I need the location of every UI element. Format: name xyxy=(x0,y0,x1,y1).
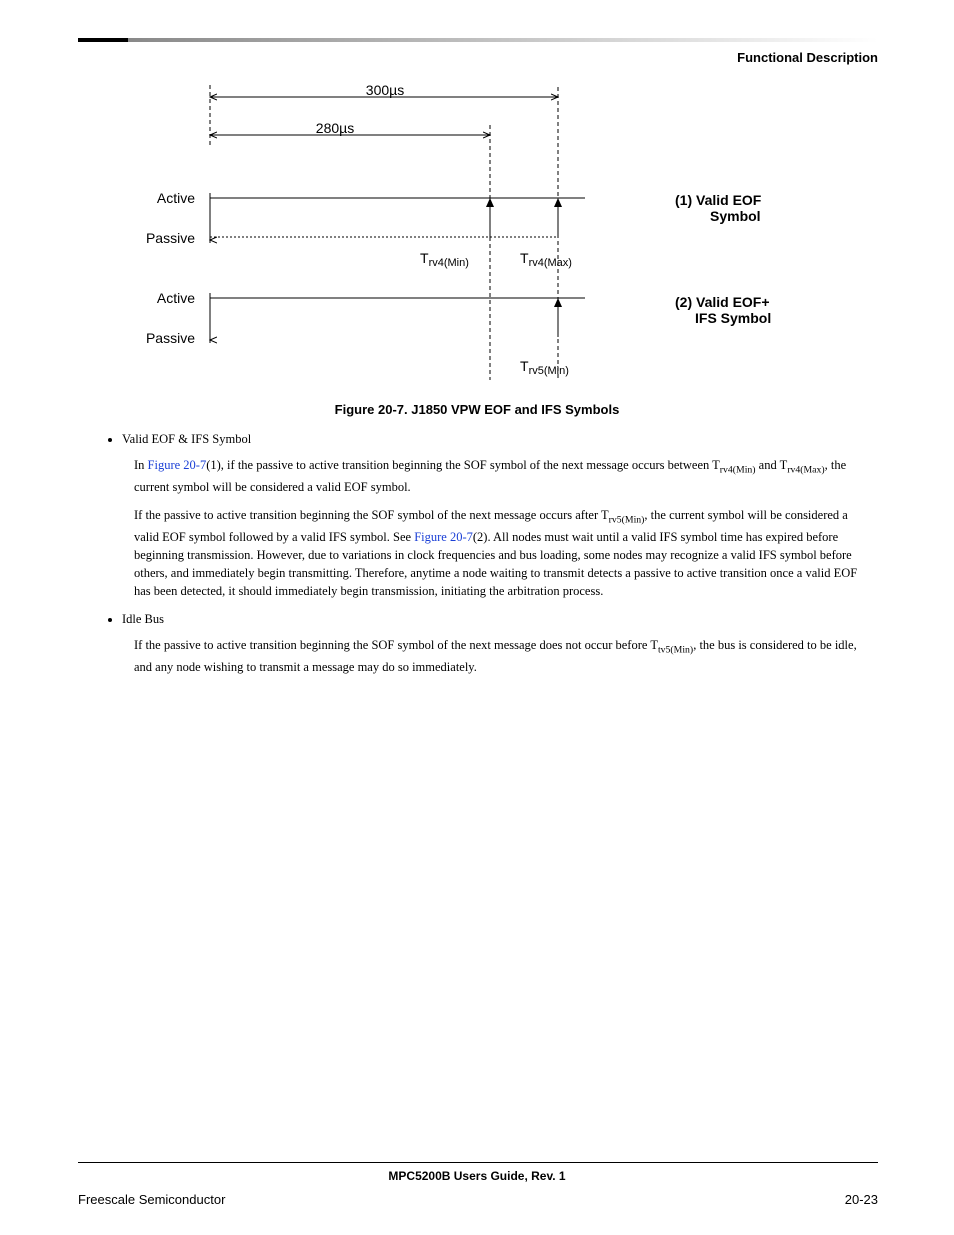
body-content: Valid EOF & IFS Symbol In Figure 20-7(1)… xyxy=(100,430,860,686)
trv4min-sub: rv4(Min) xyxy=(429,257,469,269)
side-label-1b: Symbol xyxy=(710,208,761,224)
section-title: Functional Description xyxy=(737,50,878,65)
bullet1-text: Valid EOF & IFS Symbol xyxy=(122,432,251,446)
label-active-1: Active xyxy=(157,190,195,206)
p3a: If the passive to active transition begi… xyxy=(134,638,658,652)
trv4max-sub: rv4(Max) xyxy=(529,257,572,269)
paragraph-3: If the passive to active transition begi… xyxy=(134,636,860,676)
unit-us: µs xyxy=(389,85,404,98)
footer-center: MPC5200B Users Guide, Rev. 1 xyxy=(0,1169,954,1183)
paragraph-1: In Figure 20-7(1), if the passive to act… xyxy=(134,456,860,496)
figure-link-2[interactable]: Figure 20-7 xyxy=(414,530,473,544)
side-label-2a: (2) Valid EOF+ xyxy=(675,294,770,310)
p1sub1: rv4(Min) xyxy=(720,465,756,476)
p2a: If the passive to active transition begi… xyxy=(134,508,609,522)
p1sub2: rv4(Max) xyxy=(787,465,824,476)
p1b: (1), if the passive to active transition… xyxy=(206,458,720,472)
svg-text:Trv4(Min): Trv4(Min) xyxy=(420,250,469,269)
figure-link-1[interactable]: Figure 20-7 xyxy=(148,458,207,472)
bullet2-text: Idle Bus xyxy=(122,612,164,626)
bullet-valid-eof-ifs: Valid EOF & IFS Symbol In Figure 20-7(1)… xyxy=(122,430,860,600)
svg-text:Trv4(Max): Trv4(Max) xyxy=(520,250,572,269)
svg-text:Trv5(Min): Trv5(Min) xyxy=(520,358,569,377)
dim-280: 280 xyxy=(316,120,340,136)
side-label-2b: IFS Symbol xyxy=(695,310,771,326)
p3sub1: tv5(Min) xyxy=(658,645,693,656)
figure-caption: Figure 20-7. J1850 VPW EOF and IFS Symbo… xyxy=(0,402,954,417)
svg-text:300µs: 300µs xyxy=(366,85,404,98)
trv5min-sub: rv5(Min) xyxy=(529,365,569,377)
p2sub1: rv5(Min) xyxy=(609,514,645,525)
unit-us-2: µs xyxy=(339,120,354,136)
dim-300: 300 xyxy=(366,85,390,98)
label-passive-2: Passive xyxy=(146,330,195,346)
p1c: and T xyxy=(756,458,788,472)
side-label-1a: (1) Valid EOF xyxy=(675,192,762,208)
label-active-2: Active xyxy=(157,290,195,306)
svg-text:280µs: 280µs xyxy=(316,120,354,136)
footer-left: Freescale Semiconductor xyxy=(78,1192,225,1207)
footer-right: 20-23 xyxy=(845,1192,878,1207)
footer-rule xyxy=(78,1162,878,1163)
header-gradient-bar xyxy=(78,38,878,42)
figure-diagram: 300µs 280µs Active Passive Trv4(Min) Trv… xyxy=(120,85,840,395)
paragraph-2: If the passive to active transition begi… xyxy=(134,506,860,600)
p1a: In xyxy=(134,458,148,472)
label-passive-1: Passive xyxy=(146,230,195,246)
bullet-idle-bus: Idle Bus If the passive to active transi… xyxy=(122,610,860,676)
